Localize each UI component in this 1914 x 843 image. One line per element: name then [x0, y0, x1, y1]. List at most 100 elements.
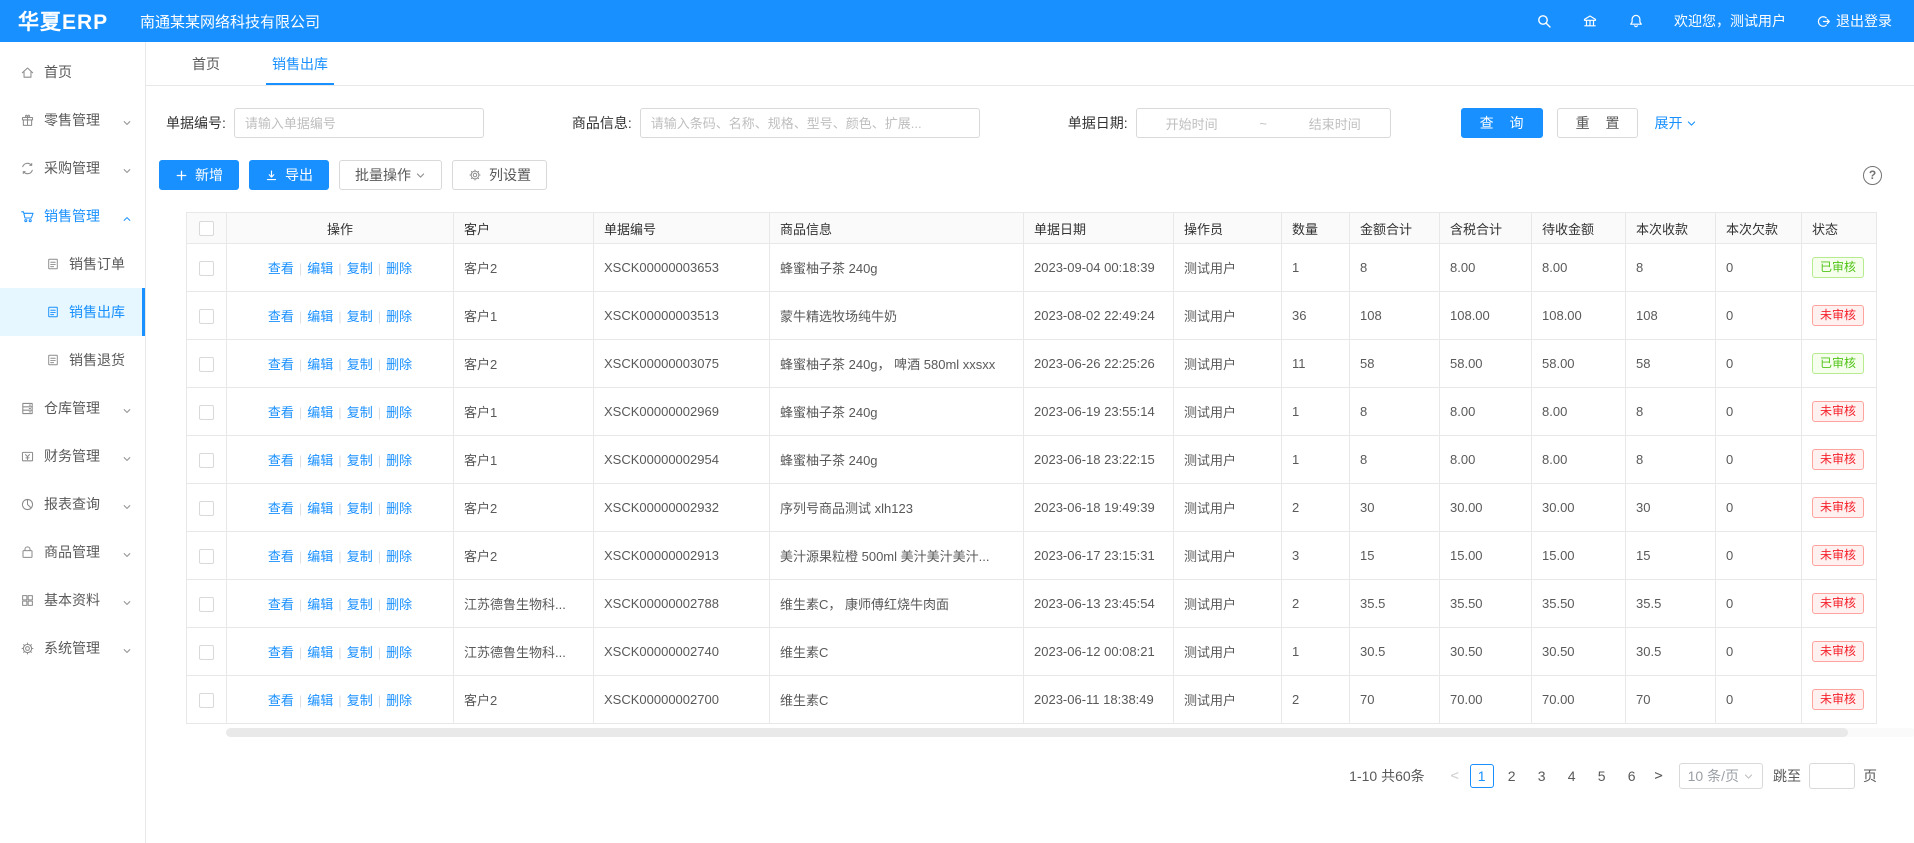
page-number-6[interactable]: 6 [1620, 764, 1644, 788]
date-range-picker[interactable]: 开始时间 ~ 结束时间 [1136, 108, 1391, 138]
reset-button[interactable]: 重 置 [1557, 108, 1639, 138]
row-checkbox[interactable] [199, 501, 214, 516]
sidebar-item-goods[interactable]: 商品管理 [0, 528, 145, 576]
row-action-view[interactable]: 查看 [268, 549, 294, 564]
row-action-delete[interactable]: 删除 [386, 645, 412, 660]
row-action-edit[interactable]: 编辑 [307, 405, 333, 420]
row-action-delete[interactable]: 删除 [386, 453, 412, 468]
row-action-edit[interactable]: 编辑 [307, 549, 333, 564]
cell-amount: 15 [1350, 532, 1440, 580]
jump-page-input[interactable] [1809, 763, 1855, 789]
sidebar-item-warehouse[interactable]: 仓库管理 [0, 384, 145, 432]
row-action-edit[interactable]: 编辑 [307, 501, 333, 516]
row-action-edit[interactable]: 编辑 [307, 693, 333, 708]
sidebar-item-home[interactable]: 首页 [0, 48, 145, 96]
prev-page-icon[interactable]: < [1443, 768, 1467, 784]
bill-no-input[interactable] [234, 108, 484, 138]
search-icon[interactable] [1536, 13, 1552, 29]
page-number-3[interactable]: 3 [1530, 764, 1554, 788]
row-action-view[interactable]: 查看 [268, 693, 294, 708]
row-checkbox[interactable] [199, 405, 214, 420]
cell-debt: 0 [1716, 388, 1802, 436]
logout-button[interactable]: 退出登录 [1816, 11, 1892, 31]
sidebar-item-label: 基本资料 [44, 590, 100, 610]
row-checkbox[interactable] [199, 597, 214, 612]
tab-sales-outbound[interactable]: 销售出库 [266, 42, 334, 85]
row-action-view[interactable]: 查看 [268, 597, 294, 612]
row-action-delete[interactable]: 删除 [386, 261, 412, 276]
row-checkbox[interactable] [199, 645, 214, 660]
row-action-edit[interactable]: 编辑 [307, 453, 333, 468]
row-action-delete[interactable]: 删除 [386, 405, 412, 420]
row-action-view[interactable]: 查看 [268, 357, 294, 372]
sidebar-item-retail[interactable]: 零售管理 [0, 96, 145, 144]
row-action-copy[interactable]: 复制 [347, 309, 373, 324]
tab-home[interactable]: 首页 [186, 42, 226, 85]
page-size-select[interactable]: 10 条/页 [1679, 763, 1763, 789]
sidebar-item-report[interactable]: 报表查询 [0, 480, 145, 528]
row-checkbox[interactable] [199, 357, 214, 372]
row-action-delete[interactable]: 删除 [386, 693, 412, 708]
row-action-copy[interactable]: 复制 [347, 405, 373, 420]
row-action-edit[interactable]: 编辑 [307, 309, 333, 324]
row-action-edit[interactable]: 编辑 [307, 357, 333, 372]
row-action-copy[interactable]: 复制 [347, 357, 373, 372]
sidebar-item-label: 报表查询 [44, 494, 100, 514]
horizontal-scrollbar[interactable] [226, 728, 1914, 737]
row-action-delete[interactable]: 删除 [386, 501, 412, 516]
row-action-copy[interactable]: 复制 [347, 501, 373, 516]
sidebar-item-sales[interactable]: 销售管理 [0, 192, 145, 240]
row-actions-cell: 查看|编辑|复制|删除 [227, 244, 454, 292]
row-action-copy[interactable]: 复制 [347, 693, 373, 708]
row-action-delete[interactable]: 删除 [386, 597, 412, 612]
next-page-icon[interactable]: > [1647, 768, 1671, 784]
row-action-view[interactable]: 查看 [268, 405, 294, 420]
row-action-copy[interactable]: 复制 [347, 453, 373, 468]
help-icon[interactable]: ? [1863, 166, 1882, 185]
sidebar-item-finance[interactable]: 财务管理 [0, 432, 145, 480]
page-number-4[interactable]: 4 [1560, 764, 1584, 788]
search-button[interactable]: 查 询 [1461, 108, 1543, 138]
add-button[interactable]: 新增 [159, 160, 239, 190]
row-action-edit[interactable]: 编辑 [307, 645, 333, 660]
sidebar-item-purchase[interactable]: 采购管理 [0, 144, 145, 192]
column-settings-button[interactable]: 列设置 [452, 160, 547, 190]
sidebar-item-basic[interactable]: 基本资料 [0, 576, 145, 624]
row-action-delete[interactable]: 删除 [386, 549, 412, 564]
row-action-view[interactable]: 查看 [268, 501, 294, 516]
page-number-1[interactable]: 1 [1470, 764, 1494, 788]
sidebar-item-sales-return[interactable]: 销售退货 [0, 336, 145, 384]
row-action-copy[interactable]: 复制 [347, 597, 373, 612]
material-input[interactable] [640, 108, 980, 138]
row-action-copy[interactable]: 复制 [347, 549, 373, 564]
row-action-view[interactable]: 查看 [268, 309, 294, 324]
row-checkbox[interactable] [199, 453, 214, 468]
table-row: 查看|编辑|复制|删除客户2XSCK00000003075蜂蜜柚子茶 240g，… [187, 340, 1877, 388]
row-checkbox[interactable] [199, 261, 214, 276]
batch-operation-button[interactable]: 批量操作 [339, 160, 442, 190]
scrollbar-thumb[interactable] [226, 728, 1848, 737]
row-action-edit[interactable]: 编辑 [307, 597, 333, 612]
row-action-edit[interactable]: 编辑 [307, 261, 333, 276]
sidebar-item-system[interactable]: 系统管理 [0, 624, 145, 672]
bell-icon[interactable] [1628, 13, 1644, 29]
row-action-view[interactable]: 查看 [268, 453, 294, 468]
row-checkbox[interactable] [199, 309, 214, 324]
bank-icon[interactable] [1582, 13, 1598, 29]
table-row: 查看|编辑|复制|删除客户2XSCK00000003653蜂蜜柚子茶 240g2… [187, 244, 1877, 292]
page-number-2[interactable]: 2 [1500, 764, 1524, 788]
row-checkbox[interactable] [199, 693, 214, 708]
expand-link[interactable]: 展开 [1654, 113, 1697, 133]
row-action-delete[interactable]: 删除 [386, 357, 412, 372]
sidebar-item-sales-order[interactable]: 销售订单 [0, 240, 145, 288]
row-action-delete[interactable]: 删除 [386, 309, 412, 324]
export-button[interactable]: 导出 [249, 160, 329, 190]
row-action-view[interactable]: 查看 [268, 261, 294, 276]
row-action-view[interactable]: 查看 [268, 645, 294, 660]
select-all-checkbox[interactable] [199, 221, 214, 236]
sidebar-item-sales-outbound[interactable]: 销售出库 [0, 288, 145, 336]
page-number-5[interactable]: 5 [1590, 764, 1614, 788]
row-action-copy[interactable]: 复制 [347, 261, 373, 276]
row-action-copy[interactable]: 复制 [347, 645, 373, 660]
row-checkbox[interactable] [199, 549, 214, 564]
